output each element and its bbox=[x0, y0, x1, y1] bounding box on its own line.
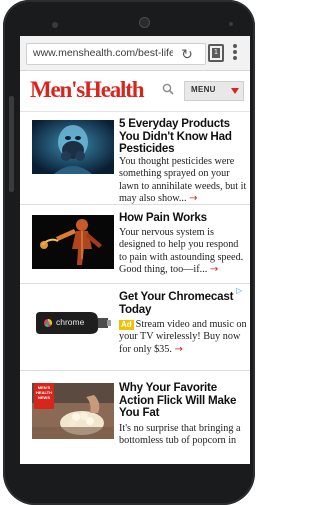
chromecast-logo-text: chrome bbox=[56, 317, 85, 327]
list-item[interactable]: 5 Everyday Products You Didn't Know Had … bbox=[20, 112, 250, 205]
arrow-right-icon[interactable]: → bbox=[174, 344, 182, 355]
front-camera bbox=[139, 17, 150, 28]
ad-badge: Ad bbox=[119, 320, 134, 330]
url-text[interactable]: www.menshealth.com/best-life/ bbox=[33, 47, 173, 59]
browser-toolbar: www.menshealth.com/best-life/ ↻ 1 bbox=[20, 36, 250, 71]
article-title[interactable]: Why Your Favorite Action Flick Will Make… bbox=[119, 381, 247, 420]
article-title[interactable]: How Pain Works bbox=[119, 211, 247, 225]
article-summary: Ad Stream video and music on your TV wire… bbox=[119, 319, 247, 355]
article-summary: You thought pesticides were something sp… bbox=[119, 156, 247, 204]
article-summary: It's no surprise that bringing a bottoml… bbox=[119, 423, 241, 447]
news-badge: MEN'S HEALTH NEWS bbox=[34, 383, 54, 409]
popcorn-image[interactable]: MEN'S HEALTH NEWS bbox=[32, 383, 114, 439]
arrow-right-icon[interactable]: → bbox=[189, 193, 197, 204]
browser-screen: www.menshealth.com/best-life/ ↻ 1 Men'sH… bbox=[20, 36, 250, 464]
arrow-right-icon[interactable]: → bbox=[210, 264, 218, 275]
search-icon[interactable] bbox=[162, 83, 174, 95]
site-logo[interactable]: Men'sHealth bbox=[30, 77, 145, 103]
sensor-dot bbox=[229, 22, 233, 26]
tab-count: 1 bbox=[212, 48, 220, 58]
reload-icon[interactable]: ↻ bbox=[179, 46, 195, 62]
list-item[interactable]: How Pain Works Your nervous system is de… bbox=[20, 205, 250, 284]
sensor-dot bbox=[52, 22, 58, 28]
site-header: Men'sHealth MENU bbox=[20, 71, 250, 112]
anatomy-figure-image[interactable] bbox=[32, 215, 114, 269]
article-title[interactable]: 5 Everyday Products You Didn't Know Had … bbox=[119, 117, 247, 156]
menu-button[interactable]: MENU bbox=[184, 81, 244, 101]
ad-list-item[interactable]: ▷ chrome Get Your Chromecast Today Ad Str… bbox=[20, 284, 250, 371]
chromecast-device-image[interactable]: chrome bbox=[32, 294, 114, 350]
phone-bottom-bezel bbox=[3, 468, 255, 505]
menu-label: MENU bbox=[191, 85, 216, 94]
address-bar[interactable]: www.menshealth.com/best-life/ ↻ bbox=[26, 43, 206, 65]
gas-mask-person-image[interactable] bbox=[32, 120, 114, 174]
volume-button bbox=[9, 96, 14, 192]
article-summary: Your nervous system is designed to help … bbox=[119, 227, 244, 275]
overflow-menu-icon[interactable] bbox=[232, 44, 238, 62]
chevron-down-icon bbox=[231, 88, 239, 94]
article-title[interactable]: Get Your Chromecast Today bbox=[119, 290, 247, 316]
tabs-icon[interactable]: 1 bbox=[208, 44, 224, 62]
list-item[interactable]: MEN'S HEALTH NEWS Why Your Favorite Acti… bbox=[20, 371, 250, 464]
